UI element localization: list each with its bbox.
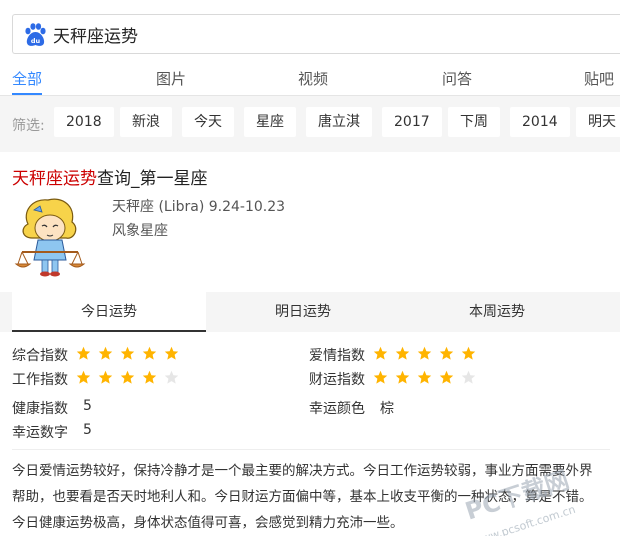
search-box[interactable]: du xyxy=(12,14,620,54)
tab-tieba[interactable]: 贴吧 xyxy=(584,68,614,89)
wealth-index-label: 财运指数 xyxy=(309,372,365,388)
wealth-index-stars xyxy=(373,370,476,386)
filter-chip[interactable]: 新浪 xyxy=(120,107,172,137)
star-filled-icon xyxy=(395,370,410,384)
fortune-description: 今日爱情运势较好，保持冷静才是一个最主要的解决方式。今日工作运势较弱，事业方面需… xyxy=(12,463,593,531)
libra-cartoon-image xyxy=(14,198,86,277)
star-empty-icon xyxy=(164,370,179,384)
filter-chip[interactable]: 今天 xyxy=(182,107,234,137)
health-index-value: 5 xyxy=(83,398,92,414)
filter-chip[interactable]: 明天 xyxy=(576,107,620,137)
horoscope-result-card: 天秤座运势查询_第一星座 天秤座 (Libra) 9.24-10.23 风象星座… xyxy=(0,152,620,540)
tab-qa[interactable]: 问答 xyxy=(442,68,472,89)
filter-chip[interactable]: 星座 xyxy=(244,107,296,137)
star-empty-icon xyxy=(461,370,476,384)
star-filled-icon xyxy=(439,370,454,384)
overall-index-stars xyxy=(76,346,179,362)
search-input[interactable] xyxy=(53,21,613,47)
sign-info: 天秤座 (Libra) 9.24-10.23 xyxy=(112,199,286,215)
filter-chip[interactable]: 下周 xyxy=(448,107,500,137)
star-filled-icon xyxy=(373,370,388,384)
baidu-paw-logo-icon[interactable]: du xyxy=(22,22,48,48)
fortune-tab-indicator xyxy=(12,330,206,332)
lucky-number-value: 5 xyxy=(83,422,92,438)
star-filled-icon xyxy=(98,346,113,360)
star-filled-icon xyxy=(98,370,113,384)
star-filled-icon xyxy=(164,346,179,360)
star-filled-icon xyxy=(373,346,388,360)
element-info: 风象星座 xyxy=(112,223,168,239)
filter-row: 筛选: 2018 新浪 今天 星座 唐立淇 2017 下周 2014 明天 xyxy=(0,96,620,152)
star-filled-icon xyxy=(395,346,410,360)
filter-chip[interactable]: 唐立淇 xyxy=(306,107,372,137)
title-rest: 查询_第一星座 xyxy=(97,169,208,189)
star-filled-icon xyxy=(439,346,454,360)
health-index-label: 健康指数 xyxy=(12,401,68,417)
tab-images[interactable]: 图片 xyxy=(156,68,186,89)
search-tabs: 全部 图片 视频 问答 贴吧 xyxy=(0,64,620,96)
star-filled-icon xyxy=(76,370,91,384)
tab-tomorrow-fortune[interactable]: 明日运势 xyxy=(206,292,400,332)
lucky-color-value: 棕 xyxy=(380,401,394,417)
love-index-stars xyxy=(373,346,476,362)
filter-chip[interactable]: 2014 xyxy=(510,107,570,137)
star-filled-icon xyxy=(461,346,476,360)
star-filled-icon xyxy=(417,346,432,360)
lucky-color-label: 幸运颜色 xyxy=(309,401,365,417)
tab-week-fortune[interactable]: 本周运势 xyxy=(400,292,594,332)
star-filled-icon xyxy=(76,346,91,360)
divider xyxy=(12,449,610,450)
tab-videos[interactable]: 视频 xyxy=(298,68,328,89)
title-highlight: 天秤座运势 xyxy=(12,169,97,189)
result-title-link[interactable]: 天秤座运势查询_第一星座 xyxy=(12,164,208,189)
star-filled-icon xyxy=(142,346,157,360)
filter-label: 筛选: xyxy=(12,118,45,134)
overall-index-label: 综合指数 xyxy=(12,348,68,364)
filter-chip[interactable]: 2018 xyxy=(54,107,114,137)
work-index-stars xyxy=(76,370,179,386)
star-filled-icon xyxy=(417,370,432,384)
work-index-label: 工作指数 xyxy=(12,372,68,388)
star-filled-icon xyxy=(120,370,135,384)
svg-text:du: du xyxy=(31,37,41,45)
filter-chip[interactable]: 2017 xyxy=(382,107,442,137)
tab-today-fortune[interactable]: 今日运势 xyxy=(12,292,206,332)
lucky-number-label: 幸运数字 xyxy=(12,425,68,441)
tab-all[interactable]: 全部 xyxy=(12,68,42,89)
star-filled-icon xyxy=(142,370,157,384)
fortune-tabs: 今日运势 明日运势 本周运势 xyxy=(0,292,620,332)
star-filled-icon xyxy=(120,346,135,360)
search-header: du xyxy=(0,0,620,64)
love-index-label: 爱情指数 xyxy=(309,348,365,364)
